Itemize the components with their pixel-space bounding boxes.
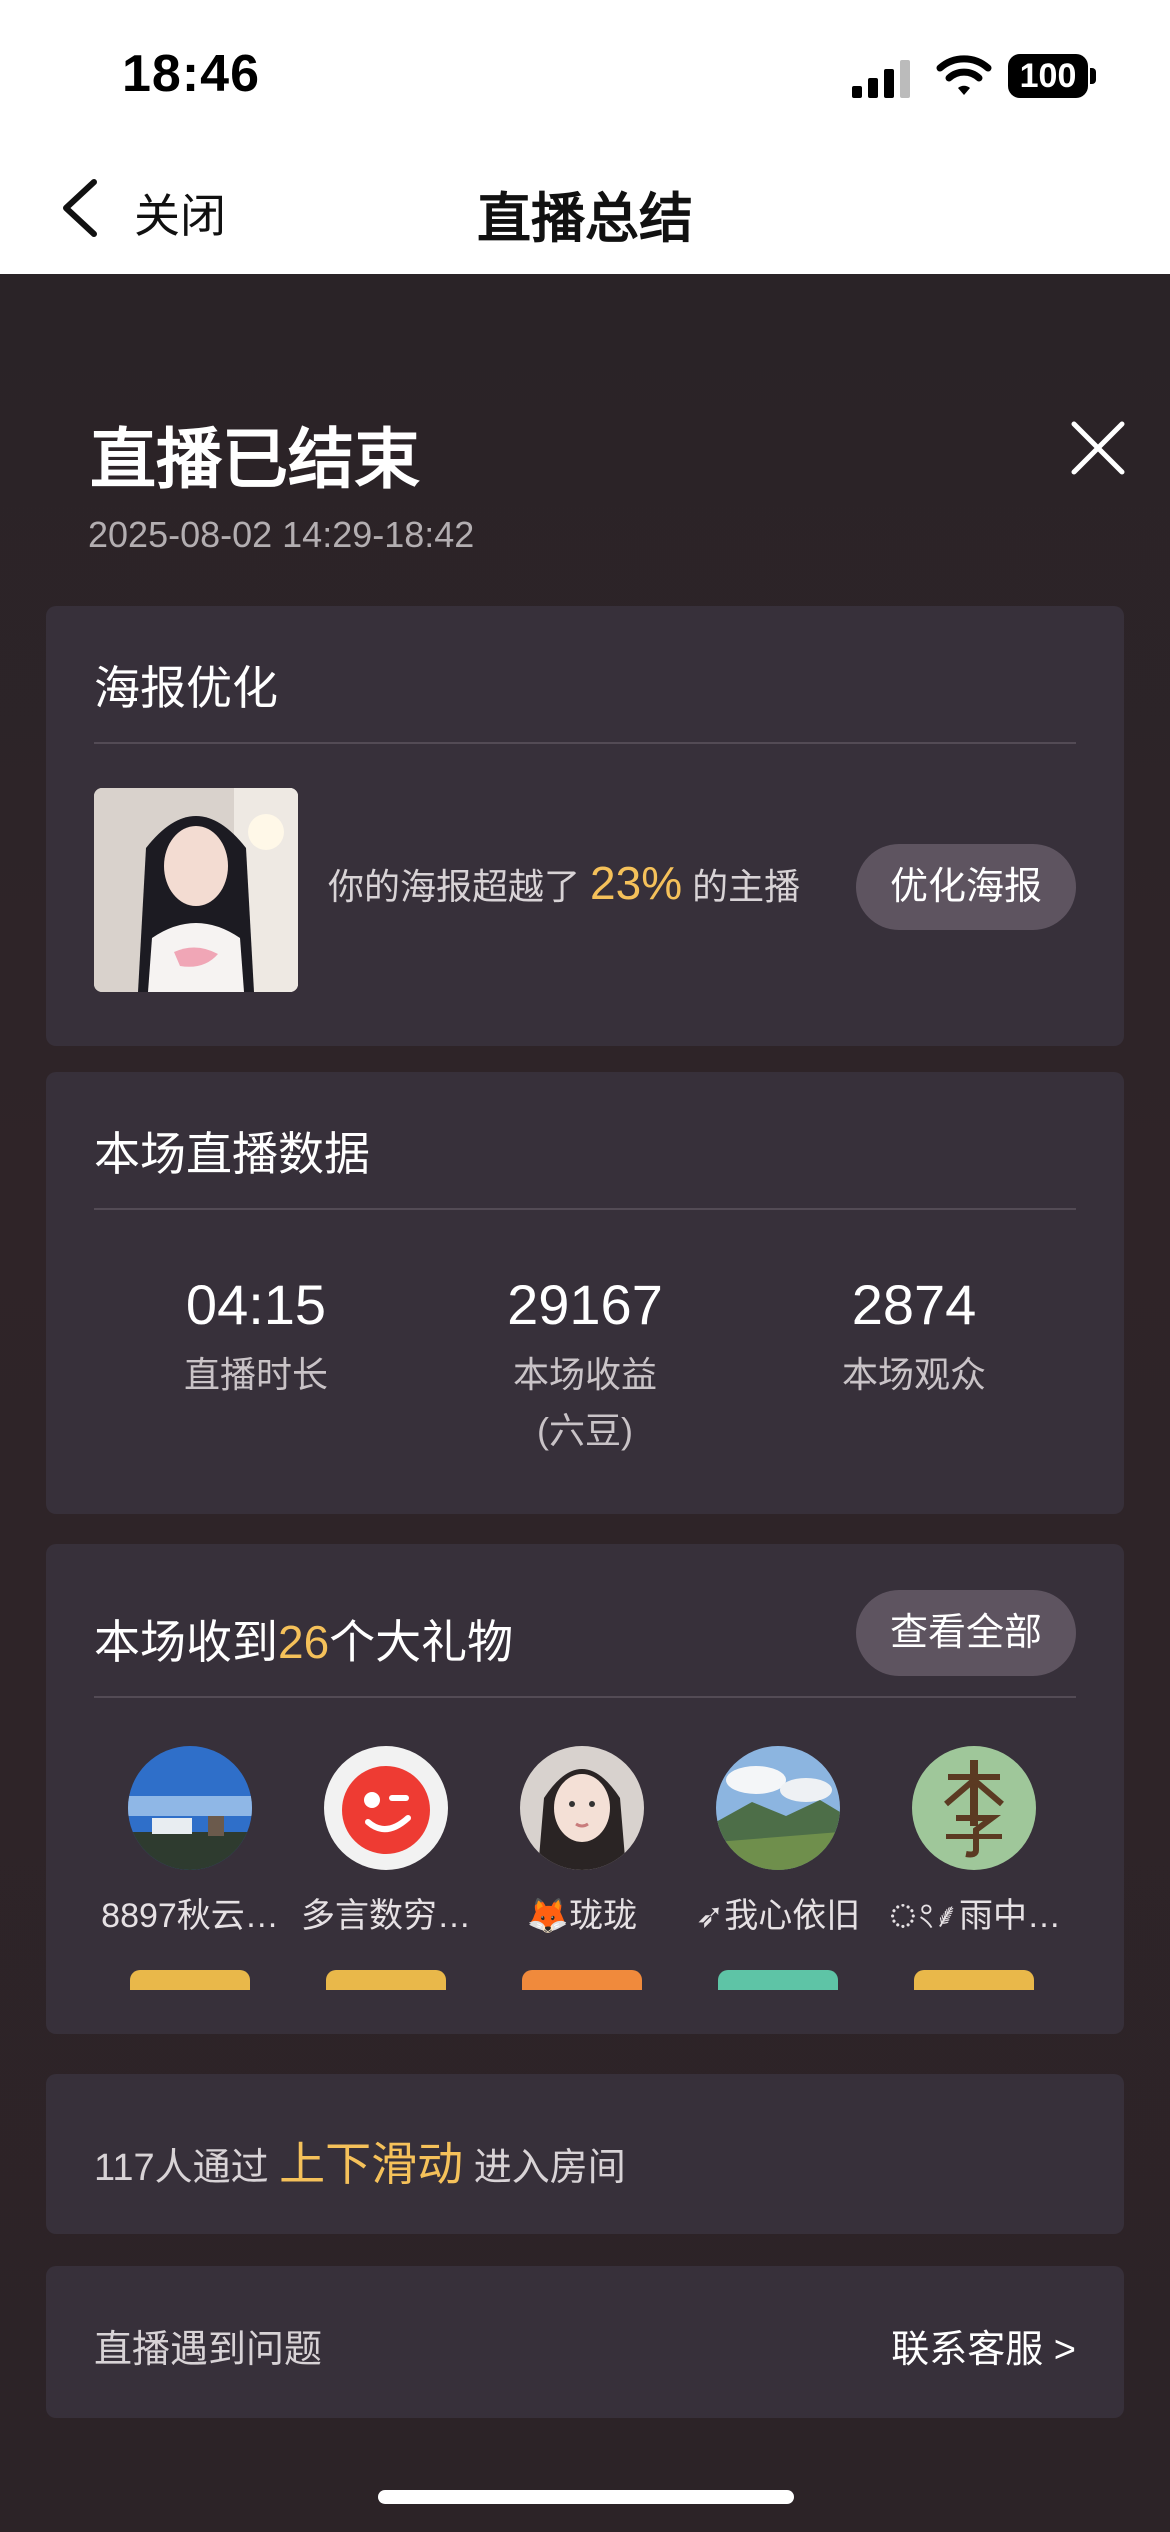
gift-user-name: 8897秋云… [101,1897,279,1935]
sky-landscape-avatar-icon [128,1746,252,1870]
gift-user[interactable]: 🦊珑珑 [484,1746,680,1937]
live-stats-card: 本场直播数据 04:15 直播时长 29167 本场收益 (六豆) 2874 本… [46,1072,1124,1514]
stat-value: 29167 [507,1273,663,1336]
view-all-gifts-button[interactable]: 查看全部 [856,1590,1076,1676]
close-icon[interactable] [1070,420,1126,476]
girl-portrait-avatar-icon [520,1746,644,1870]
level-badge-icon [914,1970,1034,1990]
gift-user[interactable]: 8897秋云… [92,1746,288,1937]
stat-value: 2874 [851,1273,977,1336]
gift-user-name: 🦊珑珑 [526,1897,638,1935]
divider [94,742,1076,744]
cellular-signal-icon [852,60,910,98]
divider [94,1696,1076,1698]
nav-bar: 关闭 直播总结 [0,140,1170,274]
poster-optimize-card: 海报优化 你的海报超越了 23% 的主播 优化海报 [46,606,1124,1046]
poster-percent: 23% [590,857,683,909]
live-time-range: 2025-08-02 14:29-18:42 [88,514,475,555]
support-label: 直播遇到问题 [94,2329,323,2371]
swipe-entry-text: 117人通过 上下滑动 进入房间 [94,2128,626,2194]
stat-value: 04:15 [185,1273,327,1336]
gifts-count: 26 [278,1616,330,1668]
gift-user[interactable]: ং⸙雨中… [876,1746,1072,1947]
poster-card-title: 海报优化 [94,662,278,714]
page-title: 直播总结 [477,189,693,249]
stats-card-title: 本场直播数据 [94,1128,370,1180]
stat-duration: 04:15 直播时长 [96,1272,416,1403]
support-card[interactable]: 直播遇到问题 联系客服 > [46,2266,1124,2418]
gift-user-name: ➶我心依旧 [695,1897,861,1935]
poster-text-after: 的主播 [692,866,801,907]
summary-content: 直播已结束 2025-08-02 14:29-18:42 海报优化 你的海报超越… [0,274,1170,2532]
gift-user-name: 多言数穷… [301,1897,471,1935]
stat-label: 直播时长 [183,1354,328,1395]
status-bar: 18:46 100 [0,0,1170,140]
live-ended-title: 直播已结束 [90,422,420,496]
swipe-text-after: 进入房间 [473,2147,626,2189]
stat-label: 本场收益 [512,1354,657,1395]
level-badge-icon [522,1970,642,1990]
swipe-text-before: 117人通过 [94,2147,269,2189]
home-indicator[interactable] [378,2490,794,2504]
gifts-title-after: 个大礼物 [329,1616,514,1668]
li-character-avatar-icon [912,1746,1036,1870]
level-badge-icon [130,1970,250,1990]
swipe-highlight: 上下滑动 [279,2138,464,2190]
divider [94,1208,1076,1210]
gift-user[interactable]: ➶我心依旧 [680,1746,876,1937]
battery-tip [1090,68,1096,84]
poster-girl-icon [94,788,298,992]
red-wink-avatar-icon [324,1746,448,1870]
swipe-entry-card: 117人通过 上下滑动 进入房间 [46,2074,1124,2234]
contact-support-link[interactable]: 联系客服 > [891,2318,1076,2373]
poster-rank-text: 你的海报超越了 23% 的主播 [328,856,800,910]
level-badge-icon [718,1970,838,1990]
battery-indicator: 100 [1008,54,1088,98]
stat-income: 29167 本场收益 (六豆) [425,1272,745,1459]
stat-sublabel: (六豆) [537,1410,633,1451]
level-badge-icon [326,1970,446,1990]
stat-label: 本场观众 [841,1354,986,1395]
gift-user[interactable]: 多言数穷… [288,1746,484,1937]
gifts-card: 本场收到26个大礼物 查看全部 8897秋云… 多言数穷… 🦊珑珑 ➶我心依旧 … [46,1544,1124,2034]
mountain-avatar-icon [716,1746,840,1870]
wifi-icon [936,55,992,95]
gift-user-name: ং⸙雨中… [887,1897,1061,1935]
gifts-title-before: 本场收到 [94,1616,278,1668]
gifts-card-title: 本场收到26个大礼物 [94,1606,513,1672]
poster-thumbnail[interactable] [94,788,298,992]
stat-viewers: 2874 本场观众 [754,1272,1074,1403]
optimize-poster-button[interactable]: 优化海报 [856,844,1076,930]
status-time: 18:46 [122,45,260,103]
poster-text-before: 你的海报超越了 [328,866,581,907]
